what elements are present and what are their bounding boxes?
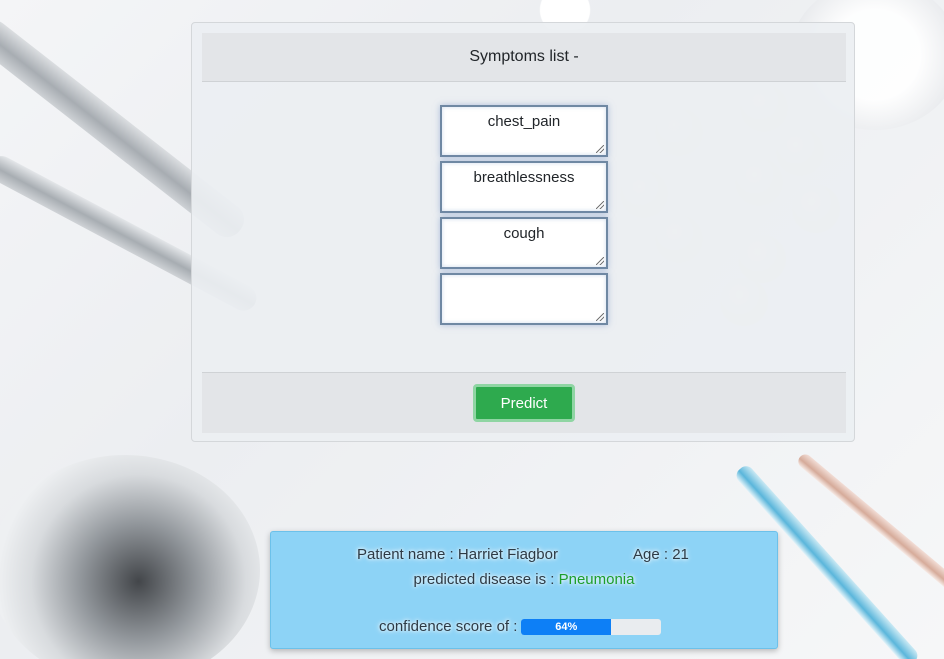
resize-grip-icon[interactable] [596, 201, 604, 209]
prediction-result-panel: Patient name : Harriet Fiagbor Age : 21 … [270, 531, 778, 649]
confidence-percent-text: 64% [555, 620, 578, 633]
symptoms-list-title: Symptoms list - [469, 48, 579, 65]
confidence-progress-fill: 64% [521, 618, 612, 635]
predict-button[interactable]: Predict [473, 384, 575, 422]
symptom-input-3-value: cough [503, 225, 545, 242]
symptoms-card-footer: Predict [202, 372, 846, 433]
predicted-disease-label: predicted disease is : [413, 571, 559, 588]
resize-grip-icon[interactable] [596, 145, 604, 153]
predicted-disease-row: predicted disease is : Pneumonia [271, 571, 777, 588]
age-label: Age : [633, 546, 673, 563]
patient-name-value: Harriet Fiagbor [457, 546, 558, 563]
symptoms-card: Symptoms list - chest_pain breathlessnes… [191, 22, 855, 442]
stethoscope-background-image [0, 455, 260, 659]
symptom-input-2[interactable]: breathlessness [440, 161, 608, 213]
resize-grip-icon[interactable] [596, 313, 604, 321]
symptoms-card-header: Symptoms list - [202, 33, 846, 82]
confidence-label: confidence score of : [379, 618, 518, 635]
patient-name-label: Patient name : [357, 546, 458, 563]
symptom-input-1[interactable]: chest_pain [440, 105, 608, 157]
symptom-input-1-value: chest_pain [487, 113, 561, 130]
predicted-disease-value: Pneumonia [558, 571, 635, 588]
patient-age-row: Age : 21 [633, 546, 689, 563]
symptom-input-4[interactable] [440, 273, 608, 325]
age-value: 21 [672, 546, 689, 563]
patient-name-row: Patient name : Harriet Fiagbor [357, 546, 558, 563]
syringe-background-image [795, 451, 944, 604]
confidence-row: confidence score of : 64% [379, 618, 662, 635]
symptom-input-3[interactable]: cough [440, 217, 608, 269]
symptom-input-2-value: breathlessness [473, 169, 575, 186]
resize-grip-icon[interactable] [596, 257, 604, 265]
confidence-progress-bar: 64% [521, 618, 662, 635]
